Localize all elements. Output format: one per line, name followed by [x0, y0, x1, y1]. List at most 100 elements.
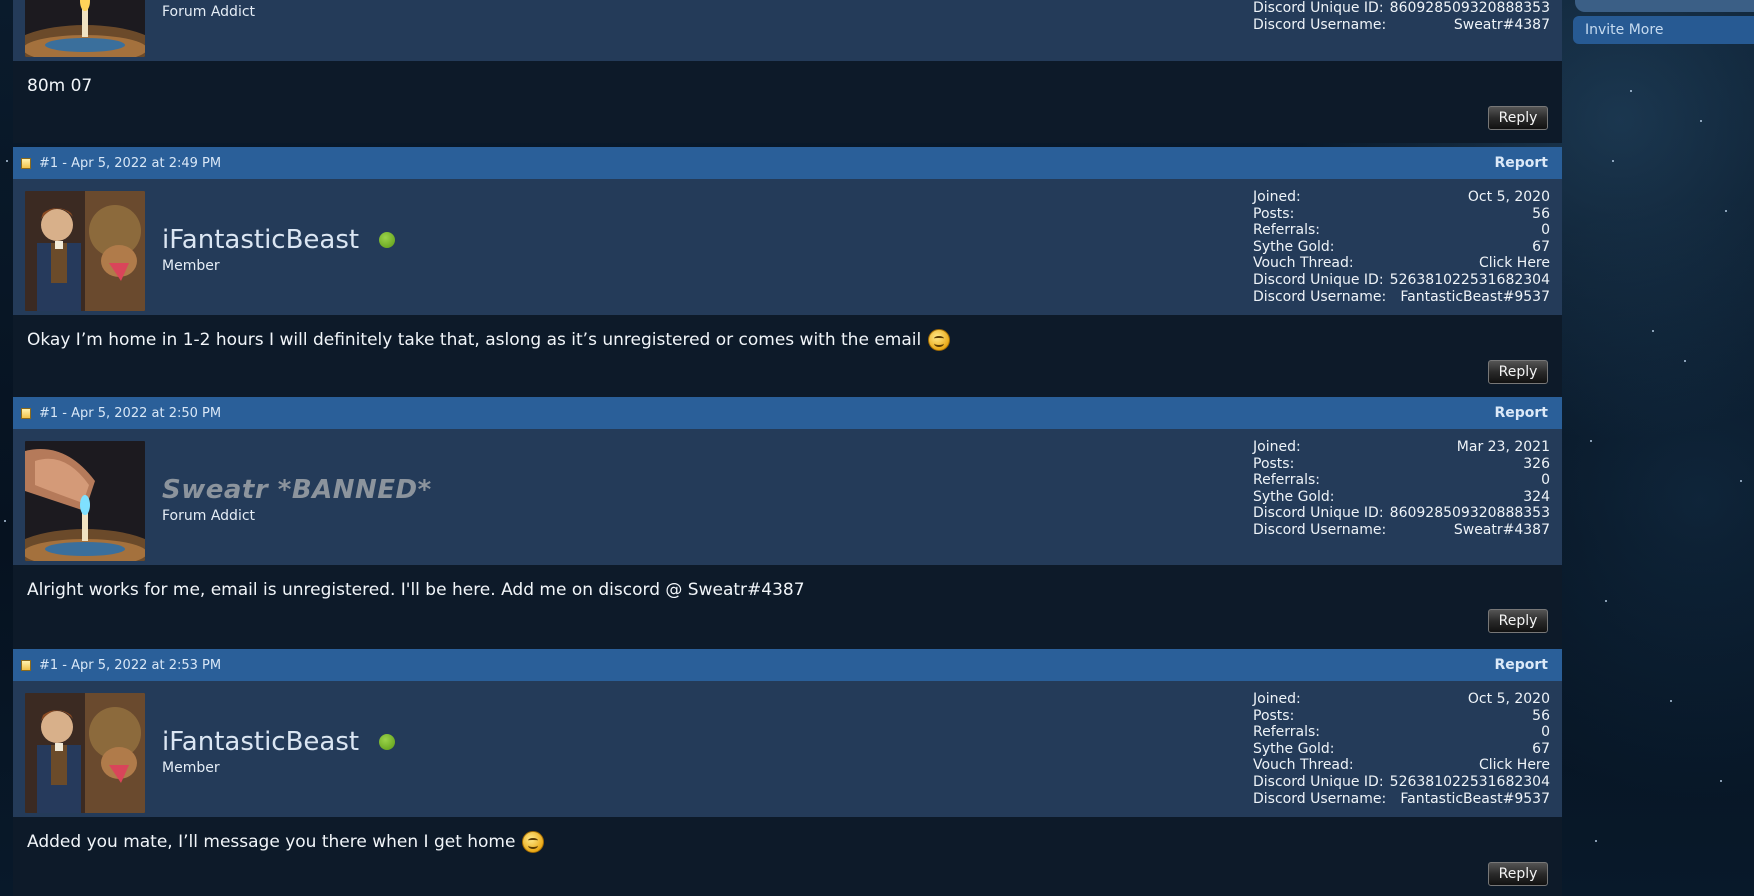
username-text[interactable]: Sweatr *BANNED* [162, 475, 432, 505]
stat-row: Referrals: 0 [1253, 472, 1550, 489]
reply-button[interactable]: Reply [1488, 360, 1548, 384]
stat-value: FantasticBeast#9537 [1400, 790, 1550, 807]
stat-label: Discord Username: [1253, 288, 1387, 305]
reply-button[interactable]: Reply [1488, 106, 1548, 130]
stat-label: Posts: [1253, 707, 1295, 724]
user-avatar[interactable] [25, 191, 145, 311]
stat-label: Discord Unique ID: [1253, 505, 1384, 522]
post-user-info: Sweatr *BANNED* Forum Addict Joined: Mar … [13, 429, 1562, 565]
stat-value: 67 [1532, 740, 1550, 757]
user-avatar[interactable] [25, 693, 145, 813]
stat-row: Discord Unique ID: 526381022531682304 [1253, 272, 1550, 289]
stat-row: Discord Username: Sweatr#4387 [1253, 17, 1550, 34]
stat-row: Discord Unique ID: 860928509320888353 [1253, 505, 1550, 522]
stat-label: Discord Username: [1253, 521, 1387, 538]
forum-post: #1 - Apr 5, 2022 at 2:50 PM Report Sweat… [13, 397, 1562, 649]
post-user-info: Forum Addict Discord Unique ID: 86092850… [13, 0, 1562, 61]
stat-row: Vouch Thread: Click Here [1253, 757, 1550, 774]
stat-value: 67 [1532, 238, 1550, 255]
post-body: 80m 07 Reply [13, 61, 1562, 143]
reply-button[interactable]: Reply [1488, 862, 1548, 886]
report-link[interactable]: Report [1494, 155, 1548, 171]
user-avatar[interactable] [25, 0, 145, 57]
forum-post: Forum Addict Discord Unique ID: 86092850… [13, 0, 1562, 143]
stat-value: 326 [1523, 455, 1550, 472]
stat-label: Discord Username: [1253, 790, 1387, 807]
stat-label: Joined: [1253, 439, 1301, 455]
post-message-text: Added you mate, I’ll message you there w… [27, 832, 516, 852]
stat-row: Discord Username: FantasticBeast#9537 [1253, 289, 1550, 306]
post-message-text: 80m 07 [27, 76, 93, 96]
stat-row: Sythe Gold: 324 [1253, 489, 1550, 506]
user-rank: Member [162, 760, 220, 776]
report-link[interactable]: Report [1494, 657, 1548, 673]
stat-label: Referrals: [1253, 472, 1320, 489]
username[interactable]: Sweatr *BANNED* [162, 475, 432, 505]
stat-row: Posts: 326 [1253, 456, 1550, 473]
username[interactable]: iFantasticBeast [162, 225, 396, 255]
smiley-icon [522, 831, 545, 853]
stat-label: Sythe Gold: [1253, 488, 1335, 505]
username[interactable]: iFantasticBeast [162, 727, 396, 757]
post-body: Alright works for me, email is unregiste… [13, 565, 1562, 649]
sidebar-panel-bottom [1575, 0, 1754, 12]
stat-value: 526381022531682304 [1389, 773, 1550, 790]
stat-label: Discord Username: [1253, 16, 1387, 33]
post-icon [21, 407, 31, 419]
stat-value: Oct 5, 2020 [1467, 189, 1550, 205]
stat-value: 0 [1541, 472, 1550, 489]
post-message-text: Alright works for me, email is unregiste… [27, 580, 805, 600]
post-user-info: iFantasticBeast Member Joined: Oct 5, 202… [13, 179, 1562, 315]
stat-label: Vouch Thread: [1253, 255, 1354, 272]
vouch-thread-link[interactable]: Click Here [1479, 757, 1550, 774]
online-status-icon [379, 232, 396, 248]
user-rank: Member [162, 258, 220, 274]
username-text[interactable]: iFantasticBeast [162, 225, 359, 255]
stat-value: 324 [1523, 488, 1550, 505]
post-meta[interactable]: #1 - Apr 5, 2022 at 2:50 PM [39, 406, 221, 421]
stat-label: Posts: [1253, 205, 1295, 222]
stat-value: 526381022531682304 [1389, 271, 1550, 288]
stat-label: Discord Unique ID: [1253, 0, 1384, 16]
user-avatar[interactable] [25, 441, 145, 561]
stat-label: Discord Unique ID: [1253, 773, 1384, 790]
stat-value: FantasticBeast#9537 [1400, 288, 1550, 305]
stat-row: Posts: 56 [1253, 708, 1550, 725]
stat-row: Discord Unique ID: 526381022531682304 [1253, 774, 1550, 791]
stat-row: Referrals: 0 [1253, 724, 1550, 741]
user-stats: Joined: Mar 23, 2021 Posts: 326 Referrals:… [1253, 439, 1550, 539]
stat-row: Discord Unique ID: 860928509320888353 [1253, 0, 1550, 17]
stat-row: Vouch Thread: Click Here [1253, 255, 1550, 272]
post-user-info: iFantasticBeast Member Joined: Oct 5, 202… [13, 681, 1562, 817]
reply-button[interactable]: Reply [1488, 609, 1548, 633]
stat-value: 0 [1541, 222, 1550, 239]
vouch-thread-link[interactable]: Click Here [1479, 255, 1550, 272]
right-sidebar: Invite More [1573, 0, 1754, 44]
post-meta[interactable]: #1 - Apr 5, 2022 at 2:49 PM [39, 156, 221, 171]
user-stats: Discord Unique ID: 860928509320888353 Di… [1253, 0, 1550, 33]
forum-post: #1 - Apr 5, 2022 at 2:53 PM Report iFant… [13, 649, 1562, 896]
user-rank: Forum Addict [162, 508, 256, 524]
stat-label: Joined: [1253, 691, 1301, 707]
post-header: #1 - Apr 5, 2022 at 2:53 PM Report [13, 649, 1562, 681]
post-meta[interactable]: #1 - Apr 5, 2022 at 2:53 PM [39, 658, 221, 673]
stat-label: Sythe Gold: [1253, 238, 1335, 255]
user-rank: Forum Addict [162, 4, 256, 20]
online-status-icon [379, 734, 396, 750]
forum-page: Invite More Forum Addict Discord Unique … [0, 0, 1754, 896]
stat-row: Joined: Mar 23, 2021 [1253, 439, 1550, 456]
post-message: Okay I’m home in 1-2 hours I will defini… [27, 329, 1548, 351]
username-text[interactable]: iFantasticBeast [162, 727, 359, 757]
invite-more-link[interactable]: Invite More [1573, 16, 1754, 44]
stat-value: Oct 5, 2020 [1467, 691, 1550, 707]
post-message: Alright works for me, email is unregiste… [27, 579, 1548, 601]
stat-row: Sythe Gold: 67 [1253, 741, 1550, 758]
stat-value: Sweatr#4387 [1453, 16, 1550, 33]
stat-label: Posts: [1253, 455, 1295, 472]
report-link[interactable]: Report [1494, 405, 1548, 421]
stat-value: 56 [1532, 707, 1550, 724]
stat-value: 56 [1532, 205, 1550, 222]
stat-value: 0 [1541, 724, 1550, 741]
smiley-icon [928, 329, 951, 351]
stat-label: Sythe Gold: [1253, 740, 1335, 757]
